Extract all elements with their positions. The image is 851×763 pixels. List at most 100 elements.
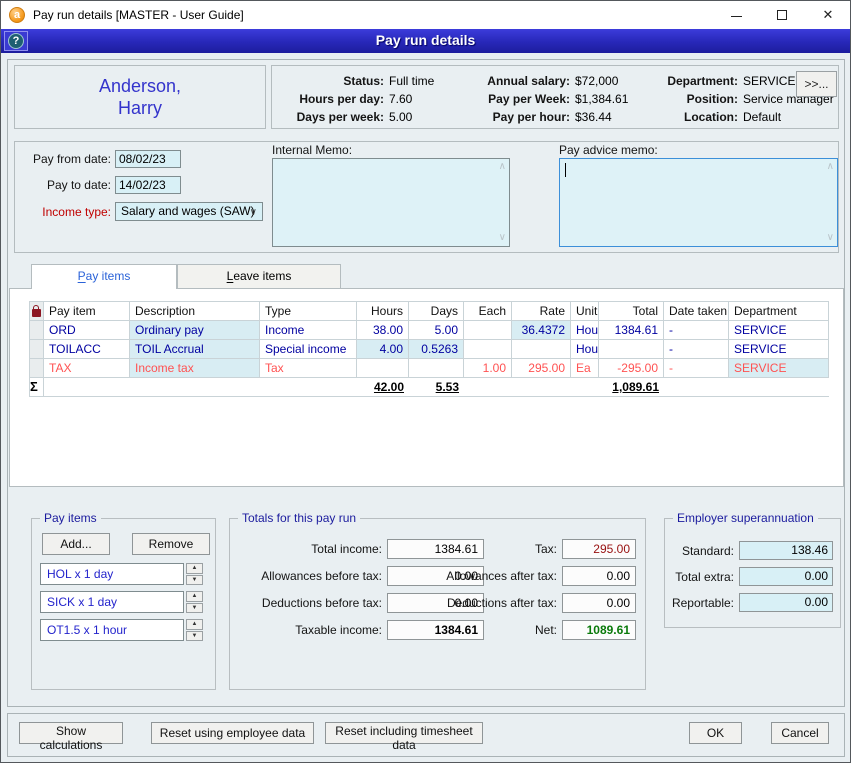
cancel-button[interactable]: Cancel <box>771 722 829 744</box>
table-cell[interactable]: 1.00 <box>464 359 512 378</box>
table-cell[interactable]: Ordinary pay <box>130 321 260 340</box>
super-groupbox: Employer superannuation Standard:138.46T… <box>664 518 841 628</box>
table-row: TOILACCTOIL AccrualSpecial income4.000.5… <box>30 340 829 359</box>
sum-cell <box>130 378 260 397</box>
employee-name-line1: Anderson, <box>99 75 181 97</box>
table-cell[interactable]: Hour <box>571 340 599 359</box>
super-value-field[interactable]: 0.00 <box>739 593 833 612</box>
table-cell[interactable]: Hour <box>571 321 599 340</box>
table-cell[interactable]: Income tax <box>130 359 260 378</box>
quick-pay-item-field[interactable]: HOL x 1 day <box>40 563 184 585</box>
table-cell[interactable]: ORD <box>44 321 130 340</box>
expand-details-button[interactable]: >>... <box>796 71 837 97</box>
spin-up-icon[interactable]: ▲ <box>186 563 203 574</box>
table-cell[interactable] <box>409 359 464 378</box>
reset-including-timesheet-data-button[interactable]: Reset including timesheet data <box>325 722 483 744</box>
quick-pay-item-field[interactable]: OT1.5 x 1 hour <box>40 619 184 641</box>
table-cell[interactable]: 0.5263 <box>409 340 464 359</box>
income-type-label: Income type: <box>23 205 111 219</box>
table-cell[interactable]: TAX <box>44 359 130 378</box>
pay-from-date-input[interactable] <box>115 150 181 168</box>
table-cell[interactable]: 36.4372 <box>512 321 571 340</box>
table-header-cell: Total <box>599 302 664 321</box>
maximize-button[interactable] <box>765 1 799 29</box>
table-header-cell: Unit <box>571 302 599 321</box>
table-header-cell: Hours <box>357 302 409 321</box>
employee-name: Anderson, Harry <box>14 65 266 129</box>
quick-pay-item-field[interactable]: SICK x 1 day <box>40 591 184 613</box>
table-cell[interactable]: TOILACC <box>44 340 130 359</box>
table-cell[interactable]: Tax <box>260 359 357 378</box>
table-cell[interactable] <box>512 340 571 359</box>
table-cell[interactable]: - <box>664 359 729 378</box>
pay-to-date-input[interactable] <box>115 176 181 194</box>
income-type-select[interactable]: Salary and wages (SAW) ∨ <box>115 202 263 221</box>
table-cell[interactable]: - <box>664 321 729 340</box>
internal-memo-textarea[interactable]: ∧ ∨ <box>272 158 510 247</box>
table-cell[interactable]: Income <box>260 321 357 340</box>
scroll-down-icon[interactable]: ∨ <box>827 233 834 243</box>
app-icon: a <box>9 7 25 23</box>
scroll-up-icon[interactable]: ∧ <box>499 162 506 172</box>
super-row: Total extra:0.00 <box>667 567 833 586</box>
scroll-up-icon[interactable]: ∧ <box>827 162 834 172</box>
spin-down-icon[interactable]: ▼ <box>186 575 203 586</box>
spin-down-icon[interactable]: ▼ <box>186 631 203 642</box>
table-row: ORDOrdinary payIncome38.005.00 36.4372Hou… <box>30 321 829 340</box>
table-cell[interactable]: 38.00 <box>357 321 409 340</box>
employee-info-group-status: Status:Full timeHours per day:7.60Days p… <box>280 73 460 127</box>
pay-from-date-label: Pay from date: <box>23 152 111 166</box>
pay-advice-memo-textarea[interactable]: ∧ ∨ <box>559 158 838 247</box>
table-header-cell: Rate <box>512 302 571 321</box>
spin-down-icon[interactable]: ▼ <box>186 603 203 614</box>
scroll-down-icon[interactable]: ∨ <box>499 233 506 243</box>
totals-label: Allowances before tax: <box>261 569 387 583</box>
table-cell[interactable]: TOIL Accrual <box>130 340 260 359</box>
pay-advice-memo-label: Pay advice memo: <box>559 143 658 157</box>
add-button[interactable]: Add... <box>42 533 110 555</box>
table-cell[interactable]: Ea <box>571 359 599 378</box>
row-selector[interactable] <box>30 340 44 359</box>
super-value-field[interactable]: 138.46 <box>739 541 833 560</box>
remove-button[interactable]: Remove <box>132 533 210 555</box>
close-button[interactable]: ✕ <box>811 1 845 29</box>
totals-label: Allowances after tax: <box>446 569 562 583</box>
row-selector[interactable] <box>30 321 44 340</box>
totals-value-field: 0.00 <box>562 566 636 586</box>
reset-using-employee-data-button[interactable]: Reset using employee data <box>151 722 314 744</box>
pay-to-date-label: Pay to date: <box>23 178 111 192</box>
tab-pay-items[interactable]: Pay items <box>31 264 177 289</box>
table-cell[interactable]: 4.00 <box>357 340 409 359</box>
spin-up-icon[interactable]: ▲ <box>186 619 203 630</box>
table-cell[interactable] <box>464 340 512 359</box>
pay-items-groupbox: Pay items Add... Remove HOL x 1 day▲▼SIC… <box>31 518 216 690</box>
ok-button[interactable]: OK <box>689 722 742 744</box>
show-calculations-button[interactable]: Show calculations <box>19 722 123 744</box>
pay-run-details-window: a Pay run details [MASTER - User Guide] … <box>0 0 851 763</box>
table-cell[interactable]: 5.00 <box>409 321 464 340</box>
tab-leave-items[interactable]: Leave items <box>177 264 341 288</box>
employee-info-row: Hours per day:7.60 <box>280 91 460 109</box>
table-cell[interactable]: 1384.61 <box>599 321 664 340</box>
table-cell[interactable]: SERVICE <box>729 340 829 359</box>
income-type-value: Salary and wages (SAW) <box>121 204 255 218</box>
sum-cell: 5.53 <box>409 378 464 397</box>
info-label: Position: <box>658 91 738 109</box>
info-label: Status: <box>280 73 384 91</box>
table-cell[interactable]: SERVICE <box>729 359 829 378</box>
table-cell[interactable]: Special income <box>260 340 357 359</box>
table-header-cell: Date taken <box>664 302 729 321</box>
spin-up-icon[interactable]: ▲ <box>186 591 203 602</box>
table-cell[interactable] <box>464 321 512 340</box>
table-cell[interactable]: 295.00 <box>512 359 571 378</box>
minimize-button[interactable] <box>719 1 753 29</box>
super-value-field[interactable]: 0.00 <box>739 567 833 586</box>
table-cell[interactable] <box>357 359 409 378</box>
info-value: 5.00 <box>389 109 412 127</box>
table-cell[interactable]: -295.00 <box>599 359 664 378</box>
maximize-icon <box>777 10 787 20</box>
table-cell[interactable]: - <box>664 340 729 359</box>
row-selector[interactable] <box>30 359 44 378</box>
table-cell[interactable] <box>599 340 664 359</box>
table-cell[interactable]: SERVICE <box>729 321 829 340</box>
